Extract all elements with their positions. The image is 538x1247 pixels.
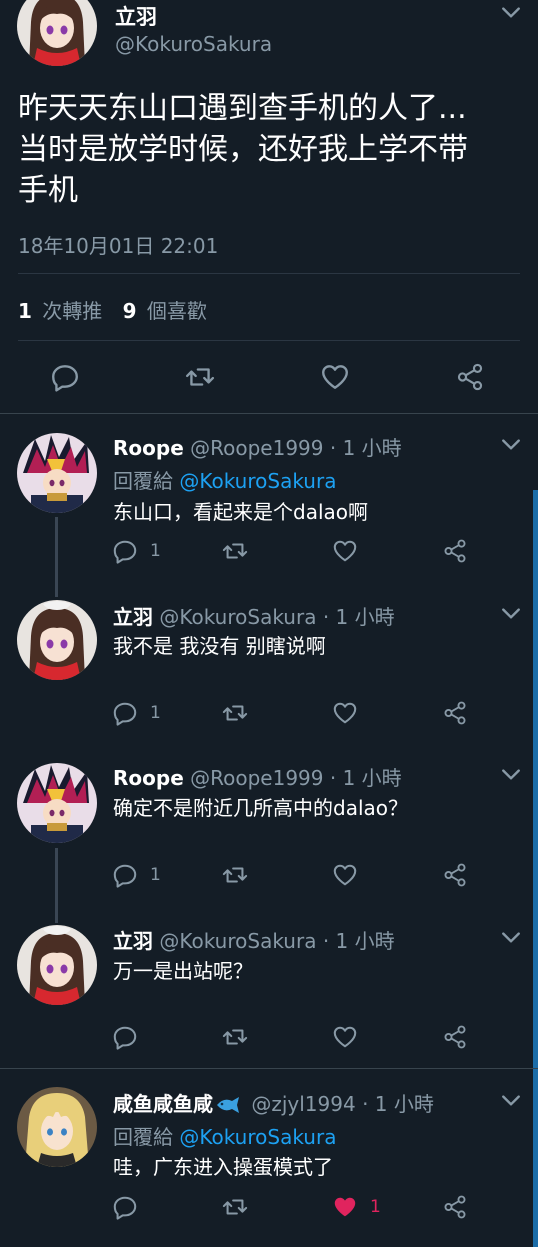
reply-author-name[interactable]: Roope — [113, 766, 184, 790]
reply-author-handle[interactable]: @Roope1999 — [190, 436, 323, 460]
chevron-down-icon[interactable] — [500, 764, 522, 786]
reply-text: 确定不是附近几所高中的dalao？ — [113, 796, 408, 820]
share-icon[interactable] — [442, 1194, 468, 1220]
retweet-icon[interactable] — [222, 1024, 248, 1050]
reply-header: 立羽 @KokuroSakura · 1 小時 — [113, 601, 395, 630]
reply-icon[interactable] — [112, 1024, 138, 1050]
reply-author-handle[interactable]: @KokuroSakura — [159, 929, 316, 953]
retweet-icon[interactable] — [222, 700, 248, 726]
reply-icon[interactable] — [50, 362, 80, 392]
reply-icon[interactable] — [112, 1194, 138, 1220]
reply-author-name[interactable]: 咸鱼咸鱼咸 — [113, 1092, 213, 1116]
reply-time: · 1 小時 — [322, 929, 395, 953]
reply-to-label: 回覆給 — [113, 1125, 173, 1149]
reply-time: · 1 小時 — [322, 605, 395, 629]
reply-count[interactable]: 1 — [150, 865, 161, 885]
reply-to: 回覆給 @KokuroSakura — [113, 1121, 336, 1150]
scrollbar[interactable] — [533, 490, 538, 1247]
reply-text: 哇，广东进入操蛋模式了 — [113, 1155, 333, 1179]
thread-line — [55, 517, 58, 597]
engagement-stats: 1 次轉推 9 個喜歡 — [18, 295, 207, 324]
avatar[interactable] — [17, 0, 97, 66]
chevron-down-icon[interactable] — [500, 1090, 522, 1112]
chevron-down-icon[interactable] — [500, 927, 522, 949]
author-handle[interactable]: @KokuroSakura — [115, 32, 272, 56]
avatar[interactable] — [17, 433, 97, 513]
reply-icon[interactable] — [112, 538, 138, 564]
reply-author-handle[interactable]: @KokuroSakura — [159, 605, 316, 629]
reply-author-name[interactable]: Roope — [113, 436, 184, 460]
divider — [18, 273, 520, 274]
chevron-down-icon[interactable] — [500, 603, 522, 625]
retweet-icon[interactable] — [222, 1194, 248, 1220]
reply-text: 万一是出站呢？ — [113, 959, 253, 983]
reply-to: 回覆給 @KokuroSakura — [113, 465, 336, 494]
divider — [18, 340, 520, 341]
reply-icon[interactable] — [112, 862, 138, 888]
reply-text: 我不是 我没有 别瞎说啊 — [113, 634, 326, 658]
heart-icon[interactable] — [332, 1024, 358, 1050]
tweet-timestamp: 18年10月01日 22:01 — [18, 234, 219, 258]
reply-to-label: 回覆給 — [113, 469, 173, 493]
share-icon[interactable] — [455, 362, 485, 392]
heart-icon[interactable] — [332, 862, 358, 888]
heart-icon[interactable] — [332, 538, 358, 564]
chevron-down-icon[interactable] — [500, 434, 522, 456]
avatar[interactable] — [17, 763, 97, 843]
reply-header: 咸鱼咸鱼咸 @zjyl1994 · 1 小時 — [113, 1088, 434, 1119]
reply-author-handle[interactable]: @Roope1999 — [190, 766, 323, 790]
tweet-text: 昨天天东山口遇到查手机的人了... 当时是放学时候，还好我上学不带 手机 — [18, 88, 468, 211]
reply-time: · 1 小時 — [362, 1092, 434, 1116]
reply-author-handle[interactable]: @zjyl1994 — [251, 1092, 355, 1116]
avatar[interactable] — [17, 925, 97, 1005]
heart-icon[interactable] — [332, 700, 358, 726]
avatar[interactable] — [17, 1087, 97, 1167]
retweet-icon[interactable] — [185, 362, 215, 392]
heart-icon[interactable] — [332, 1194, 358, 1220]
reply-to-handle[interactable]: @KokuroSakura — [179, 469, 336, 493]
retweet-label[interactable]: 次轉推 — [42, 299, 102, 323]
tweet-text-line: 昨天天东山口遇到查手机的人了... — [18, 91, 467, 126]
reply-time: · 1 小時 — [329, 436, 402, 460]
section-divider — [0, 413, 538, 414]
tweet-text-line: 当时是放学时候，还好我上学不带 — [18, 132, 468, 167]
reply-author-name[interactable]: 立羽 — [113, 929, 153, 953]
reply-author-name[interactable]: 立羽 — [113, 605, 153, 629]
share-icon[interactable] — [442, 538, 468, 564]
like-count[interactable]: 1 — [370, 1197, 381, 1217]
share-icon[interactable] — [442, 1024, 468, 1050]
tweet-text-line: 手机 — [18, 173, 78, 208]
retweet-count[interactable]: 1 — [18, 299, 32, 323]
share-icon[interactable] — [442, 862, 468, 888]
chevron-down-icon[interactable] — [500, 2, 522, 24]
thread-line — [55, 848, 58, 923]
author-name[interactable]: 立羽 — [115, 1, 157, 31]
like-label[interactable]: 個喜歡 — [147, 299, 207, 323]
reply-time: · 1 小時 — [329, 766, 402, 790]
reply-count[interactable]: 1 — [150, 703, 161, 723]
reply-to-handle[interactable]: @KokuroSakura — [179, 1125, 336, 1149]
fish-emoji-icon — [215, 1095, 241, 1119]
section-divider — [0, 1068, 538, 1069]
retweet-icon[interactable] — [222, 538, 248, 564]
like-count[interactable]: 9 — [123, 299, 137, 323]
reply-icon[interactable] — [112, 700, 138, 726]
share-icon[interactable] — [442, 700, 468, 726]
retweet-icon[interactable] — [222, 862, 248, 888]
reply-text: 东山口，看起来是个dalao啊 — [113, 500, 368, 524]
heart-icon[interactable] — [320, 362, 350, 392]
avatar[interactable] — [17, 600, 97, 680]
reply-header: Roope @Roope1999 · 1 小時 — [113, 432, 402, 461]
reply-header: Roope @Roope1999 · 1 小時 — [113, 762, 402, 791]
reply-count[interactable]: 1 — [150, 541, 161, 561]
reply-header: 立羽 @KokuroSakura · 1 小時 — [113, 925, 395, 954]
